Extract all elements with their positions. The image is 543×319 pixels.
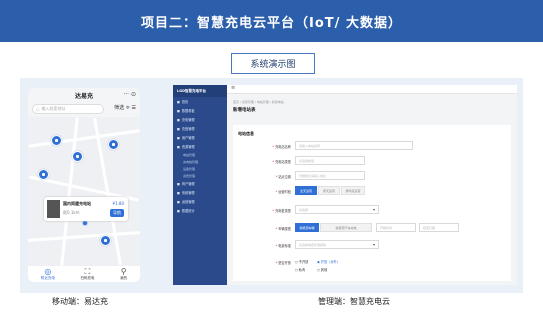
nav-nearby[interactable]: ◎ 附近充电 (41, 267, 55, 281)
station-type-select[interactable]: 请选择类型 (295, 156, 365, 165)
field-label: 车辆类型 (233, 226, 291, 231)
station-pin-icon[interactable] (108, 139, 119, 150)
sidebar-item-system[interactable]: 系统管理 (173, 188, 227, 197)
station-name-field[interactable]: 请输入电站名称 (295, 141, 413, 150)
option-vehicle-ev[interactable]: 新能源车辆 (295, 223, 319, 232)
menu-toggle-icon[interactable]: ≡ (227, 85, 517, 94)
option-all-day[interactable]: 全天运营 (295, 186, 317, 195)
scan-icon: ⛶ (84, 267, 91, 276)
user-icon: ⚲ (120, 267, 127, 276)
sidebar-item-statistics[interactable]: 数据统计 (173, 206, 227, 215)
page-title: 新增电站表 (233, 108, 256, 113)
breadcrumb: 首页 / 资源管理 / 电站管理 / 新建电站 (233, 100, 284, 104)
banner-title: 项目二：智慧充电云平台（IoT/ 大数据） (0, 0, 543, 42)
sidebar-subitem[interactable]: 充电桩管理 (173, 158, 227, 165)
search-input[interactable]: ○ 输入检索地址 (32, 104, 104, 114)
field-label: 站点位置 (233, 174, 291, 179)
field-label: 充电桩类型 (233, 208, 291, 213)
sidebar-item-charging[interactable]: 充电管理 (173, 115, 227, 124)
search-placeholder: 输入检索地址 (41, 106, 66, 111)
nav-mine[interactable]: ⚲ 我的 (120, 267, 127, 281)
field-label: 充电站类型 (233, 159, 291, 164)
sidebar-item-merchants[interactable]: 商户管理 (173, 179, 227, 188)
form-row: 是否开放 ○ 不开放 ◉ 开放（对外） ○ 私有 ○ 其他 (233, 257, 511, 272)
station-name: 国内同建充电站 (63, 201, 91, 206)
form-row: 充电站类型 请选择类型 (233, 156, 511, 166)
form-row: 充电桩类型 请选择 ▾ (233, 205, 511, 215)
bottom-nav: ◎ 附近充电 ⛶ 扫码充电 ⚲ 我的 (28, 266, 140, 282)
option-vehicle-charge[interactable]: 新能源汽车充电 (320, 223, 372, 232)
station-pin-icon[interactable] (72, 151, 83, 162)
sidebar-item-users[interactable]: 用户管理 (173, 133, 227, 142)
navigate-button[interactable]: 导航 (110, 209, 124, 217)
radio-label: 私有 (298, 268, 306, 272)
admin-logo: LGD智慧充电平台 (173, 85, 227, 97)
search-icon: ○ (36, 106, 40, 112)
field-label: 运营时段 (233, 189, 291, 194)
chevron-down-icon: ▾ (372, 207, 375, 212)
station-pin-icon[interactable] (100, 235, 111, 246)
option-by-day[interactable]: 按天运营 (318, 186, 340, 195)
sidebar-item-operations[interactable]: 运营管理 (173, 197, 227, 206)
nav-label: 我的 (120, 276, 128, 280)
form-row: 车辆类型 新能源车辆 新能源汽车充电 开始时间 结束日期 (233, 223, 511, 233)
radio-private[interactable]: ○ 私有 (295, 267, 305, 272)
form-row: 充电站名称 请输入电站名称 (233, 141, 511, 151)
radio-label: 不开放 (298, 260, 309, 264)
admin-caption: 管理端：智慧充电云 (318, 297, 390, 306)
field-label: 电费标准 (233, 243, 291, 248)
station-pin-icon[interactable] (51, 135, 62, 146)
map-road (28, 231, 140, 242)
slide: 项目二：智慧充电云平台（IoT/ 大数据） 系统演示图 达易充 ··· ⊙ ○ … (0, 0, 543, 319)
radio-label: 其他 (320, 268, 328, 272)
station-thumbnail (47, 200, 60, 218)
chevron-down-icon: ▾ (372, 242, 375, 247)
radio-other[interactable]: ○ 其他 (317, 267, 327, 272)
radio-open[interactable]: ◉ 开放（对外） (317, 259, 340, 264)
sidebar-subitem[interactable]: 设备管理 (173, 165, 227, 172)
mobile-app: 达易充 ··· ⊙ ○ 输入检索地址 筛选 ≑ ☰ 国内同建充电站 距0.1km… (28, 88, 140, 282)
form-row: 运营时段 全天运营 按天运营 按时段运营 (233, 186, 511, 196)
map-road (28, 129, 140, 148)
sidebar: LGD智慧充电平台 首页 数据看板 充电管理 充值管理 用户管理 资源管理 电站… (173, 85, 227, 285)
sidebar-subitem[interactable]: 电站管理 (173, 151, 227, 158)
form-row: 站点位置 详细地址请输入地址 (233, 171, 511, 181)
select-placeholder: 请选择电费标准模版 (299, 242, 327, 247)
sidebar-item-recharge[interactable]: 充值管理 (173, 124, 227, 133)
nav-scan[interactable]: ⛶ 扫码充电 (80, 267, 94, 281)
admin-console: LGD智慧充电平台 首页 数据看板 充电管理 充值管理 用户管理 资源管理 电站… (173, 85, 517, 285)
field-label: 是否开放 (233, 260, 291, 265)
station-price: ¥1.80 (112, 201, 124, 206)
option-by-period[interactable]: 按时段运营 (341, 186, 365, 195)
nav-label: 附近充电 (40, 276, 55, 280)
station-pin-icon[interactable] (38, 169, 49, 180)
end-date-field[interactable]: 结束日期 (419, 223, 459, 232)
pile-type-select[interactable]: 请选择 ▾ (295, 205, 379, 214)
location-icon: ◎ (44, 267, 52, 276)
map[interactable]: 国内同建充电站 距0.1km ¥1.80 导航 (28, 117, 140, 266)
select-placeholder: 请选择 (299, 207, 309, 212)
start-time-field[interactable]: 开始时间 (376, 223, 416, 232)
filter-button[interactable]: 筛选 ≑ ☰ (114, 104, 136, 111)
tariff-select[interactable]: 请选择电费标准模版 ▾ (295, 240, 379, 249)
radio-closed[interactable]: ○ 不开放 (295, 259, 308, 264)
field-label: 充电站名称 (233, 144, 291, 149)
sidebar-item-home[interactable]: 首页 (173, 97, 227, 106)
more-menu-icon[interactable]: ··· ⊙ (123, 91, 136, 98)
sidebar-item-resources[interactable]: 资源管理 (173, 142, 227, 151)
nav-label: 扫码充电 (80, 276, 95, 280)
sidebar-item-dashboard[interactable]: 数据看板 (173, 106, 227, 115)
demo-label: 系统演示图 (231, 53, 315, 74)
radio-label: 开放（对外） (320, 260, 340, 264)
address-field[interactable]: 详细地址请输入地址 (295, 171, 365, 180)
mobile-caption: 移动端：易达充 (52, 297, 108, 306)
section-title: 电站信息 (238, 131, 254, 136)
station-card[interactable]: 国内同建充电站 距0.1km ¥1.80 导航 (44, 197, 128, 221)
station-form: 电站信息 充电站名称 请输入电站名称 充电站类型 请选择类型 站点位置 详细地址… (233, 125, 511, 281)
sidebar-subitem[interactable]: 资费管理 (173, 172, 227, 179)
station-distance: 距0.1km (63, 210, 80, 215)
main-content: ≡ 首页 / 资源管理 / 电站管理 / 新建电站 新增电站表 电站信息 充电站… (227, 85, 517, 285)
form-row: 电费标准 请选择电费标准模版 ▾ (233, 240, 511, 250)
